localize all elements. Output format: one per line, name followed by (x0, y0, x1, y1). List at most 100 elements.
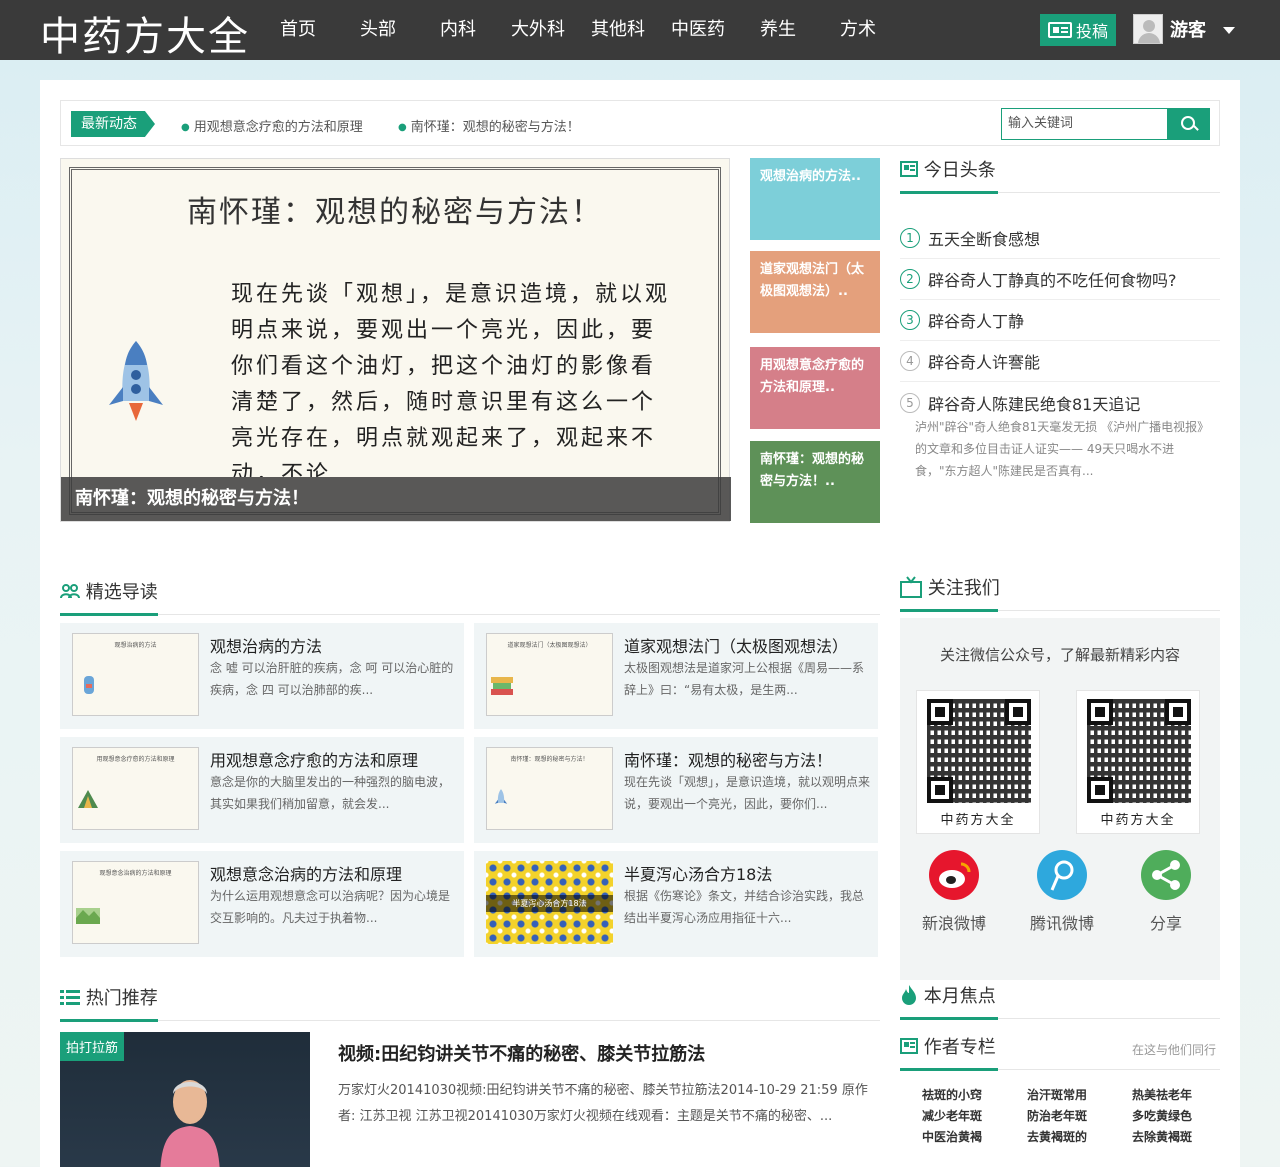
slide-caption[interactable]: 南怀瑾：观想的秘密与方法！ (61, 477, 731, 521)
tile-2[interactable]: 道家观想法门（太极图观想法）.. (750, 251, 880, 333)
nav-health[interactable]: 养生 (738, 0, 818, 60)
users-icon (60, 584, 80, 599)
nav-other[interactable]: 其他科 (578, 0, 658, 60)
article-title[interactable]: 半夏泻心汤合方18法 (624, 861, 772, 885)
share-icon (1141, 850, 1191, 900)
headline-link[interactable]: 辟谷奇人陈建民绝食81天追记 (928, 391, 1140, 415)
author-link[interactable]: 多吃黄绿色 (1132, 1107, 1222, 1124)
section-underline (900, 1068, 998, 1071)
tencent-weibo-button[interactable]: 腾讯微博 (1022, 850, 1102, 934)
headline-link[interactable]: 辟谷奇人许謇能 (928, 349, 1040, 373)
article-excerpt: 现在先谈「观想」，是意识造境，就以观明点来说，要观出一个亮光，因此，要你们... (624, 775, 870, 811)
rocket-icon (494, 789, 508, 804)
rank-badge: 5 (900, 392, 920, 413)
headline-link[interactable]: 辟谷奇人丁静真的不吃任何食物吗? (928, 267, 1177, 291)
author-link[interactable]: 防治老年斑 (1027, 1107, 1132, 1124)
article-excerpt: 意念是你的大脑里发出的一种强烈的脑电波，其实如果我们稍加留意，就会发... (210, 775, 451, 811)
section-underline (900, 191, 998, 194)
author-link[interactable]: 祛斑的小窍 (922, 1086, 1027, 1103)
share-button[interactable]: 分享 (1126, 850, 1206, 934)
article-card[interactable]: 南怀瑾：观想的秘密与方法！ 南怀瑾：观想的秘密与方法！ 现在先谈「观想」，是意识… (474, 737, 878, 843)
article-title[interactable]: 观想意念治病的方法和原理 (210, 861, 402, 885)
tile-4[interactable]: 南怀瑾：观想的秘密与方法！.. (750, 441, 880, 523)
author-link[interactable]: 中医治黄褐 (922, 1128, 1027, 1145)
article-title[interactable]: 南怀瑾：观想的秘密与方法！ (624, 747, 832, 771)
author-link[interactable]: 治汗斑常用 (1027, 1086, 1132, 1103)
author-link[interactable]: 去除黄褐斑 (1132, 1128, 1222, 1145)
search-input[interactable]: 输入关键词 (1001, 108, 1169, 140)
list-item[interactable]: 1 五天全断食感想 (900, 218, 1220, 259)
article-title[interactable]: 道家观想法门（太极图观想法） (624, 633, 848, 657)
submit-button[interactable]: 投稿 (1040, 14, 1116, 46)
article-card[interactable]: 用观想意念疗愈的方法和原理 用观想意念疗愈的方法和原理 意念是你的大脑里发出的一… (60, 737, 464, 843)
nav-internal[interactable]: 内科 (418, 0, 498, 60)
search-button[interactable] (1167, 108, 1210, 140)
latest-news-bar: 最新动态 用观想意念疗愈的方法和原理 南怀瑾：观想的秘密与方法！ 输入关键词 (60, 100, 1220, 146)
article-thumbnail: 半夏泻心汤合方18法 (486, 861, 613, 944)
hot-article-image[interactable]: 拍打拉筋 (60, 1032, 310, 1167)
article-card[interactable]: 观想治病的方法 观想治病的方法 念 嘘 可以治肝脏的疾病，念 呵 可以治心脏的疾… (60, 623, 464, 729)
tile-1[interactable]: 观想治病的方法.. (750, 158, 880, 240)
headlines-header: 今日头条 (900, 156, 1220, 194)
divider (60, 614, 880, 615)
avatar[interactable] (1133, 14, 1163, 44)
article-thumbnail: 观想治病的方法 (72, 633, 199, 716)
headline-link[interactable]: 辟谷奇人丁静 (928, 308, 1024, 332)
tile-3[interactable]: 用观想意念疗愈的方法和原理.. (750, 347, 880, 429)
nav-tcm[interactable]: 中医药 (658, 0, 738, 60)
chevron-down-icon[interactable] (1223, 27, 1235, 34)
article-title[interactable]: 用观想意念疗愈的方法和原理 (210, 747, 418, 771)
list-item[interactable]: 4 辟谷奇人许謇能 (900, 341, 1220, 382)
authors-title: 作者专栏 (923, 1037, 996, 1058)
featured-slider[interactable]: 南怀瑾：观想的秘密与方法！ 现在先谈「观想」，是意识造境，就以观明点来说，要观出… (60, 158, 731, 522)
headline-link[interactable]: 五天全断食感想 (928, 226, 1040, 250)
user-name[interactable]: 游客 (1170, 16, 1206, 42)
weibo-button[interactable]: 新浪微博 (914, 850, 994, 934)
authors-more-link[interactable]: 在这与他们同行 (1132, 1041, 1216, 1058)
news-ticker-item[interactable]: 南怀瑾：观想的秘密与方法！ (398, 116, 580, 135)
rank-badge: 1 (900, 228, 920, 248)
follow-panel: 关注微信公众号，了解最新精彩内容 中药方大全 中药方大全 新浪微博 腾讯微博 分… (900, 618, 1220, 980)
section-underline (60, 613, 158, 616)
list-item[interactable]: 3 辟谷奇人丁静 (900, 300, 1220, 341)
article-thumbnail: 观想意念治病的方法和原理 (72, 861, 199, 944)
main-nav: 首页 头部 内科 大外科 其他科 中医药 养生 方术 (258, 0, 898, 60)
qr-finder (1005, 699, 1031, 725)
qr-finder (927, 699, 953, 725)
author-link[interactable]: 减少老年斑 (922, 1107, 1027, 1124)
tencent-weibo-icon (1037, 850, 1087, 900)
nav-methods[interactable]: 方术 (818, 0, 898, 60)
article-thumbnail: 南怀瑾：观想的秘密与方法！ (486, 747, 613, 830)
nav-home[interactable]: 首页 (258, 0, 338, 60)
nav-head[interactable]: 头部 (338, 0, 418, 60)
list-item[interactable]: 2 辟谷奇人丁静真的不吃任何食物吗? (900, 259, 1220, 300)
hot-title: 热门推荐 (85, 988, 158, 1009)
hot-excerpt: 万家灯火20141030视频:田纪钧讲关节不痛的秘密、膝关节拉筋法2014-10… (338, 1083, 868, 1124)
article-card[interactable]: 道家观想法门（太极图观想法） 道家观想法门（太极图观想法） 太极图观想法是道家河… (474, 623, 878, 729)
nav-surgery[interactable]: 大外科 (498, 0, 578, 60)
follow-subtitle: 关注微信公众号，了解最新精彩内容 (939, 646, 1180, 664)
article-excerpt: 根据《伤寒论》条文，并结合诊治实践，我总结出半夏泻心汤应用指征十六... (624, 889, 865, 925)
hot-headline[interactable]: 视频:田纪钧讲关节不痛的秘密、膝关节拉筋法 (338, 1040, 878, 1066)
thumbnail-title: 观想意念治病的方法和原理 (99, 870, 172, 877)
author-link[interactable]: 去黄褐斑的 (1027, 1128, 1132, 1145)
site-logo[interactable]: 中药方大全 (40, 4, 250, 62)
article-card[interactable]: 半夏泻心汤合方18法 半夏泻心汤合方18法 根据《伤寒论》条文，并结合诊治实践，… (474, 851, 878, 957)
qr-code: 中药方大全 (916, 690, 1040, 834)
rocket-icon (109, 341, 163, 421)
landscape-icon (76, 908, 100, 924)
article-card[interactable]: 观想意念治病的方法和原理 观想意念治病的方法和原理 为什么运用观想意念可以治病呢… (60, 851, 464, 957)
article-thumbnail: 道家观想法门（太极图观想法） (486, 633, 613, 716)
newspaper-icon (900, 1038, 918, 1054)
author-link[interactable]: 热美祛老年 (1132, 1086, 1222, 1103)
thumbnail-title: 半夏泻心汤合方18法 (486, 895, 613, 912)
submit-label: 投稿 (1075, 22, 1108, 41)
news-ticker-item[interactable]: 用观想意念疗愈的方法和原理 (181, 116, 363, 135)
qr-code: 中药方大全 (1076, 690, 1200, 834)
article-title[interactable]: 观想治病的方法 (210, 633, 322, 657)
follow-header: 关注我们 (900, 574, 1220, 612)
building-icon (491, 677, 513, 695)
headline-list: 1 五天全断食感想 2 辟谷奇人丁静真的不吃任何食物吗? 3 辟谷奇人丁静 4 辟谷奇人… (900, 218, 1220, 423)
author-grid: 祛斑的小窍 治汗斑常用 热美祛老年 减少老年斑 防治老年斑 多吃黄绿色 中医治黄… (922, 1086, 1222, 1145)
category-badge[interactable]: 拍打拉筋 (60, 1032, 125, 1061)
